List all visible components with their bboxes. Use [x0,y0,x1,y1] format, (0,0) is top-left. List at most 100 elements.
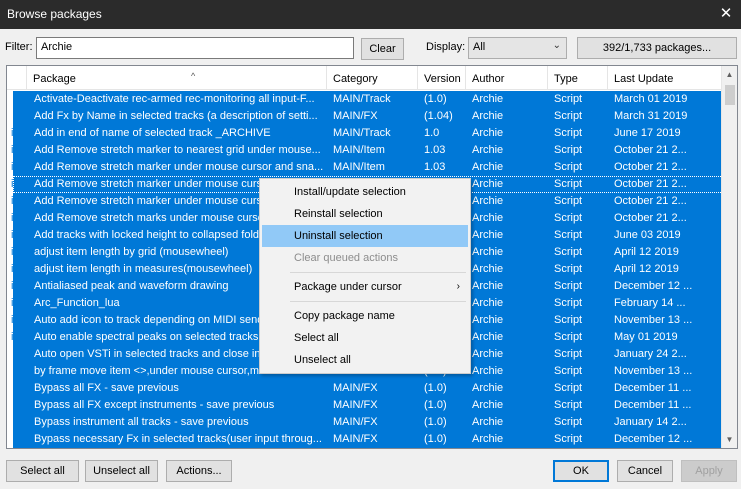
row-version: (1.0) [424,433,447,445]
window-title: Browse packages [7,7,102,21]
row-package: Activate-Deactivate rec-armed rec-monito… [34,93,315,105]
row-package: Bypass all FX except instruments - save … [34,399,275,411]
table-row[interactable]: Bypass instrument all tracks - save prev… [7,414,723,431]
row-type: Script [554,433,583,445]
select-all-button[interactable]: Select all [6,460,79,482]
row-author: Archie [472,178,504,190]
column-header-package[interactable]: Package ^ [27,66,327,90]
row-type: Script [554,195,583,207]
apply-button: Apply [681,460,737,482]
column-header-category[interactable]: Category [327,66,418,90]
row-last-update: October 21 2... [614,195,687,207]
display-label: Display: [426,41,466,53]
row-package: Add Remove stretch marker under mouse cu… [34,161,324,173]
scroll-up-icon[interactable]: ▲ [722,66,737,83]
table-row[interactable]: Bypass all FX except instruments - save … [7,397,723,414]
column-header-flag[interactable] [7,66,27,90]
row-type: Script [554,246,583,258]
ok-button[interactable]: OK [553,460,609,482]
row-author: Archie [472,229,504,241]
column-header-author[interactable]: Author [466,66,548,90]
row-last-update: November 13 ... [614,365,693,377]
row-flag: i [11,212,14,224]
table-row[interactable]: i Add in end of name of selected track _A… [7,125,723,142]
display-select[interactable]: All ⌄ [468,37,567,59]
row-flag: i [11,178,14,190]
row-category: MAIN/FX [333,382,378,394]
row-author: Archie [472,314,504,326]
row-type: Script [554,110,583,122]
row-package: Bypass necessary Fx in selected tracks(u… [34,433,322,445]
table-row[interactable]: Activate-Deactivate rec-armed rec-monito… [7,91,723,108]
table-row[interactable]: Add Fx by Name in selected tracks (a des… [7,108,723,125]
row-last-update: December 11 ... [614,382,692,394]
unselect-all-button[interactable]: Unselect all [85,460,158,482]
row-author: Archie [472,382,504,394]
row-type: Script [554,297,583,309]
row-version: (1.04) [424,110,453,122]
row-author: Archie [472,212,504,224]
row-author: Archie [472,297,504,309]
menu-item-package-under-cursor[interactable]: Package under cursor › [262,276,468,298]
row-version: (1.0) [424,93,447,105]
scroll-thumb[interactable] [725,85,735,105]
row-package: Add in end of name of selected track _AR… [34,127,271,139]
menu-item-label: Package under cursor [294,281,402,293]
filter-label: Filter: [5,41,33,53]
table-row[interactable]: Bypass all FX - save previous MAIN/FX (1.0… [7,380,723,397]
column-header-type[interactable]: Type [548,66,608,90]
row-type: Script [554,331,583,343]
table-row[interactable]: i Add Remove stretch marker under mouse c… [7,159,723,176]
menu-item-label: Copy package name [294,310,395,322]
vertical-scrollbar[interactable]: ▲ ▼ [721,66,737,448]
row-category: MAIN/FX [333,416,378,428]
menu-item-unselect-all[interactable]: Unselect all [262,349,468,371]
row-flag: i [11,331,14,343]
row-version: (1.0) [424,399,447,411]
row-type: Script [554,178,583,190]
row-author: Archie [472,348,504,360]
menu-item-uninstall[interactable]: Uninstall selection [262,225,468,247]
row-flag: i [11,314,14,326]
row-flag: i [11,144,14,156]
row-author: Archie [472,161,504,173]
row-type: Script [554,212,583,224]
actions-button[interactable]: Actions... [166,460,232,482]
row-last-update: February 14 ... [614,297,686,309]
row-last-update: April 12 2019 [614,246,679,258]
menu-item-reinstall[interactable]: Reinstall selection [262,203,468,225]
row-last-update: December 12 ... [614,433,693,445]
column-header-version[interactable]: Version [418,66,466,90]
row-package: Add Remove stretch marker to nearest gri… [34,144,321,156]
row-author: Archie [472,127,504,139]
row-author: Archie [472,331,504,343]
row-type: Script [554,127,583,139]
scroll-down-icon[interactable]: ▼ [722,431,737,448]
row-package: Bypass all FX - save previous [34,382,179,394]
row-version: 1.03 [424,161,446,173]
row-last-update: October 21 2... [614,212,687,224]
context-menu: Install/update selection Reinstall selec… [259,178,471,374]
menu-item-copy-package-name[interactable]: Copy package name [262,305,468,327]
row-author: Archie [472,263,504,275]
filter-input[interactable]: Archie [36,37,354,59]
close-icon[interactable]: ✕ [711,0,741,29]
row-author: Archie [472,93,504,105]
row-flag: i [11,280,14,292]
row-type: Script [554,348,583,360]
row-flag: i [11,263,14,275]
row-category: MAIN/Track [333,93,391,105]
menu-item-install-update[interactable]: Install/update selection [262,181,468,203]
row-last-update: December 11 ... [614,399,692,411]
row-last-update: January 14 2... [614,416,687,428]
package-count-button[interactable]: 392/1,733 packages... [577,37,737,59]
table-row[interactable]: i Add Remove stretch marker to nearest gr… [7,142,723,159]
cancel-button[interactable]: Cancel [617,460,673,482]
column-header-last-update[interactable]: Last Update [608,66,723,90]
row-author: Archie [472,110,504,122]
menu-item-select-all[interactable]: Select all [262,327,468,349]
menu-item-label: Select all [294,332,339,344]
menu-item-label: Unselect all [294,354,351,366]
clear-button[interactable]: Clear [361,38,404,60]
table-row[interactable]: Bypass necessary Fx in selected tracks(u… [7,431,723,448]
